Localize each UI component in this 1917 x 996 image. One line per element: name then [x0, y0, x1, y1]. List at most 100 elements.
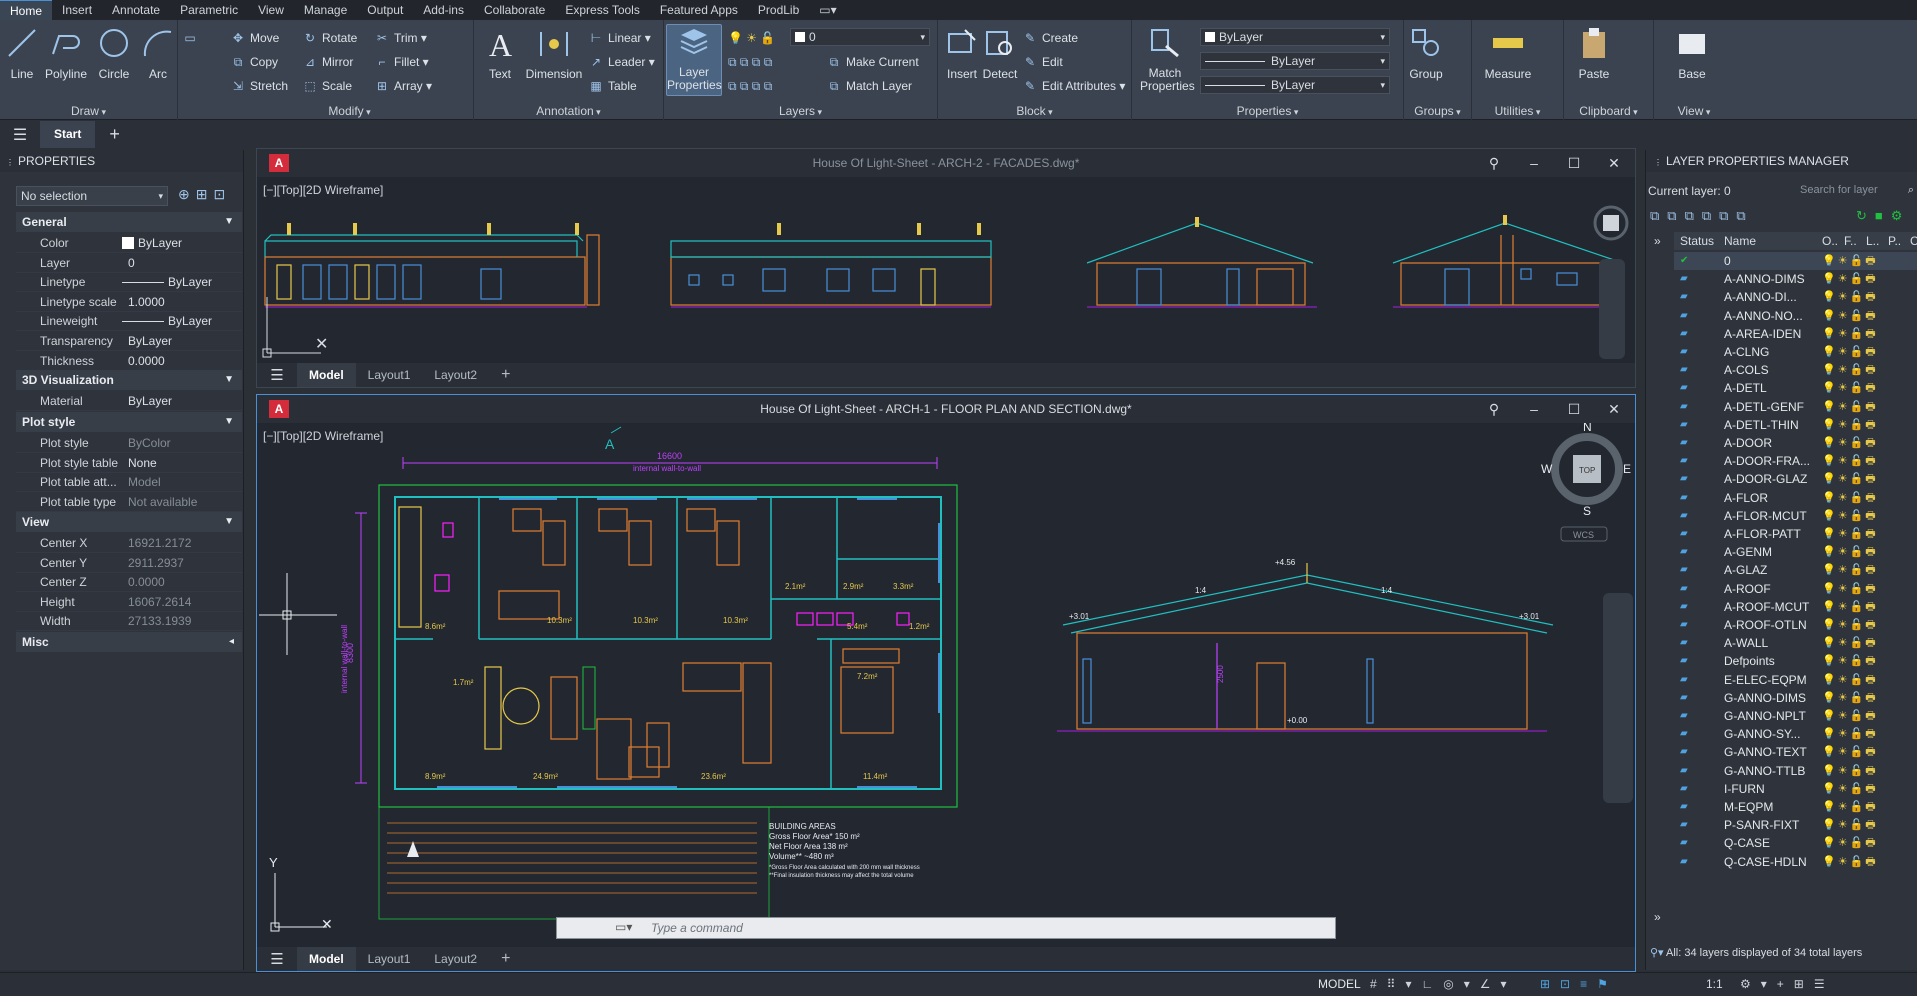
- layer-status-icon[interactable]: ▰: [1680, 379, 1688, 397]
- pin-icon[interactable]: ⚲: [1479, 395, 1509, 423]
- layer-status-icon[interactable]: ▰: [1680, 580, 1688, 598]
- layer-status-icon[interactable]: ▰: [1680, 325, 1688, 343]
- match-layer-button[interactable]: ⧉ Match Layer: [826, 76, 912, 96]
- model-space-toggle[interactable]: MODEL: [1318, 973, 1361, 996]
- polyline-button[interactable]: Polyline: [44, 26, 88, 81]
- layer-status-icon[interactable]: ▰: [1680, 343, 1688, 361]
- menu-tab-featured-apps[interactable]: Featured Apps: [650, 0, 748, 20]
- minimize-button[interactable]: –: [1519, 395, 1549, 423]
- layer-status-icon[interactable]: ▰: [1680, 543, 1688, 561]
- layer-state-icons[interactable]: 💡☀🔓🖶: [1822, 798, 1878, 816]
- section-3d-visualization[interactable]: 3D Visualization ▼: [16, 370, 242, 390]
- layer-state-icons[interactable]: 💡☀🔓🖶: [1822, 288, 1878, 306]
- layer-status-icon[interactable]: ▰: [1680, 489, 1688, 507]
- layer-row[interactable]: ▰ A-DETL 💡☀🔓🖶: [1674, 379, 1917, 397]
- layer-tools-row-2[interactable]: ⧉ ⧉ ⧉ ⧉: [728, 52, 772, 72]
- menu-tab-home[interactable]: Home: [0, 0, 53, 21]
- menu-tab-collaborate[interactable]: Collaborate: [474, 0, 555, 20]
- trim-button[interactable]: ✂ Trim ▾: [374, 28, 427, 48]
- layer-row[interactable]: ▰ A-DOOR 💡☀🔓🖶: [1674, 434, 1917, 452]
- linetype-dropdown[interactable]: ByLayer ▾: [1200, 76, 1390, 94]
- layer-state-icons[interactable]: 💡☀🔓🖶: [1822, 398, 1878, 416]
- circle-button[interactable]: Circle: [92, 26, 136, 81]
- fillet-button[interactable]: ⌐ Fillet ▾: [374, 52, 428, 72]
- layer-status-icon[interactable]: ▰: [1680, 434, 1688, 452]
- layer-state-icons[interactable]: 💡☀🔓🖶: [1822, 689, 1878, 707]
- menu-tab-add-ins[interactable]: Add-ins: [413, 0, 474, 20]
- utilities-panel-title[interactable]: Utilities: [1472, 104, 1563, 118]
- layer-row[interactable]: ▰ A-COLS 💡☀🔓🖶: [1674, 361, 1917, 379]
- property-row[interactable]: Color ByLayer: [16, 234, 242, 253]
- line-button[interactable]: Line: [0, 26, 44, 81]
- expand-filters-icon[interactable]: »: [1654, 234, 1661, 248]
- refresh-settings-icons[interactable]: ↻■⚙: [1856, 208, 1910, 224]
- layout-menu-icon[interactable]: ☰: [257, 950, 297, 968]
- layer-status-icon[interactable]: ▰: [1680, 671, 1688, 689]
- section-misc[interactable]: Misc ◂: [16, 632, 242, 652]
- layer-row[interactable]: ▰ E-ELEC-EQPM 💡☀🔓🖶: [1674, 671, 1917, 689]
- layer-status-icon[interactable]: ▰: [1680, 525, 1688, 543]
- layer-row[interactable]: ▰ P-SANR-FIXT 💡☀🔓🖶: [1674, 816, 1917, 834]
- layer-state-icons[interactable]: 💡☀🔓🖶: [1822, 252, 1878, 270]
- layer-row[interactable]: ▰ A-DOOR-GLAZ 💡☀🔓🖶: [1674, 470, 1917, 488]
- menu-tab-insert[interactable]: Insert: [52, 0, 102, 20]
- viewcube[interactable]: TOP N S E W WCS: [1541, 423, 1631, 542]
- layer-state-icons[interactable]: 💡☀🔓🖶: [1822, 379, 1878, 397]
- layer-status-icon[interactable]: ▰: [1680, 834, 1688, 852]
- match-properties-button[interactable]: Match Properties: [1140, 26, 1195, 93]
- layer-row[interactable]: ▰ A-AREA-IDEN 💡☀🔓🖶: [1674, 325, 1917, 343]
- layer-row[interactable]: ▰ A-GENM 💡☀🔓🖶: [1674, 543, 1917, 561]
- layer-state-icons[interactable]: 💡☀🔓🖶: [1822, 525, 1878, 543]
- layer-state-icons[interactable]: 💡☀🔓🖶: [1822, 634, 1878, 652]
- create-block-button[interactable]: ✎ Create: [1022, 28, 1078, 48]
- layer-state-icons[interactable]: 💡☀🔓🖶: [1822, 561, 1878, 579]
- property-row[interactable]: Height 16067.2614: [16, 593, 242, 612]
- layer-search-input[interactable]: Search for layer ⌕: [1796, 180, 1916, 200]
- layer-state-icons[interactable]: 💡☀🔓🖶: [1822, 598, 1878, 616]
- property-row[interactable]: Plot table att... Model: [16, 473, 242, 493]
- close-button[interactable]: ✕: [1599, 395, 1629, 423]
- tab-layout1[interactable]: Layout1: [356, 952, 423, 966]
- menu-tab-prodlib[interactable]: ProdLib: [748, 0, 809, 20]
- layer-state-icons[interactable]: 💡☀🔓🖶: [1822, 307, 1878, 325]
- layer-status-icon[interactable]: ▰: [1680, 561, 1688, 579]
- leader-button[interactable]: ↗ Leader ▾: [588, 52, 655, 72]
- pin-icon[interactable]: ⚲: [1479, 149, 1509, 177]
- layer-row[interactable]: ▰ G-ANNO-DIMS 💡☀🔓🖶: [1674, 689, 1917, 707]
- clipboard-panel-title[interactable]: Clipboard: [1564, 104, 1653, 118]
- layer-row[interactable]: ▰ Q-CASE-HDLN 💡☀🔓🖶: [1674, 853, 1917, 871]
- layer-state-icons[interactable]: 💡 ☀ 🔓: [728, 28, 775, 48]
- detect-button[interactable]: Detect: [978, 26, 1022, 81]
- layer-status-icon[interactable]: ▰: [1680, 652, 1688, 670]
- property-row[interactable]: Center Z 0.0000: [16, 573, 242, 593]
- layer-state-icons[interactable]: 💡☀🔓🖶: [1822, 452, 1878, 470]
- layers-panel-title[interactable]: Layers: [664, 104, 937, 118]
- layer-status-icon[interactable]: ▰: [1680, 452, 1688, 470]
- layer-properties-button[interactable]: Layer Properties: [666, 24, 722, 96]
- layer-status-icon[interactable]: ▰: [1680, 398, 1688, 416]
- layer-row[interactable]: ▰ G-ANNO-TTLB 💡☀🔓🖶: [1674, 762, 1917, 780]
- layer-row[interactable]: ▰ A-FLOR-MCUT 💡☀🔓🖶: [1674, 507, 1917, 525]
- maximize-button[interactable]: ☐: [1559, 395, 1589, 423]
- array-button[interactable]: ⊞ Array ▾: [374, 76, 432, 96]
- command-line[interactable]: ▭▾ Type a command: [556, 917, 1336, 939]
- properties-panel-title[interactable]: Properties: [1132, 104, 1403, 118]
- floorplan-canvas[interactable]: 16600 internal wall-to-wall 8300 interna…: [257, 423, 1637, 949]
- minimize-button[interactable]: –: [1519, 149, 1549, 177]
- copy-button[interactable]: ⧉ Copy: [230, 52, 278, 72]
- layer-row[interactable]: ▰ A-ROOF-MCUT 💡☀🔓🖶: [1674, 598, 1917, 616]
- section-view[interactable]: View ▼: [16, 512, 242, 532]
- layer-status-icon[interactable]: ▰: [1680, 762, 1688, 780]
- edit-attributes-button[interactable]: ✎ Edit Attributes ▾: [1022, 76, 1125, 96]
- maximize-button[interactable]: ☐: [1559, 149, 1589, 177]
- collapse-filters-icon[interactable]: »: [1654, 910, 1661, 924]
- menu-tab-view[interactable]: View: [248, 0, 294, 20]
- layer-row[interactable]: ▰ A-FLOR 💡☀🔓🖶: [1674, 489, 1917, 507]
- layer-state-icons[interactable]: 💡☀🔓🖶: [1822, 270, 1878, 288]
- layer-row[interactable]: ▰ A-DETL-THIN 💡☀🔓🖶: [1674, 416, 1917, 434]
- layer-row[interactable]: ▰ A-FLOR-PATT 💡☀🔓🖶: [1674, 525, 1917, 543]
- layer-state-icons[interactable]: 💡☀🔓🖶: [1822, 707, 1878, 725]
- current-layer-check-icon[interactable]: ✔: [1680, 252, 1688, 270]
- text-button[interactable]: A Text: [478, 26, 522, 81]
- tab-model[interactable]: Model: [297, 947, 356, 971]
